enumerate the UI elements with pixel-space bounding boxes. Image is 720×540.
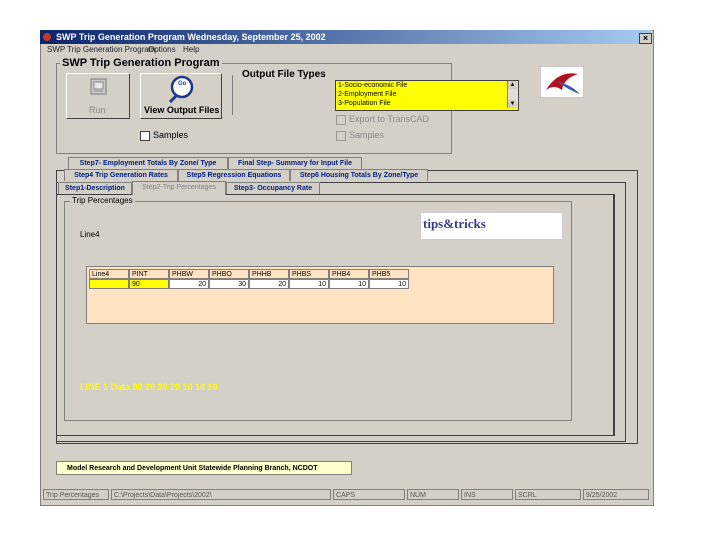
grid-header: PHBW <box>169 269 209 279</box>
grid-cell[interactable]: 20 <box>249 279 289 289</box>
grid-cell-pint[interactable]: 90 <box>129 279 169 289</box>
run-button[interactable]: Run <box>66 73 130 119</box>
status-panel: SCRL <box>515 489 581 500</box>
scroll-down-icon[interactable]: ▼ <box>508 100 517 108</box>
line-label: Line4 <box>80 230 100 239</box>
tips-tricks-logo: tips&tricks <box>420 212 563 240</box>
app-icon <box>43 33 51 41</box>
tab-step6[interactable]: Step6 Housing Totals By Zone/Type <box>290 169 428 181</box>
menu-item-help[interactable]: Help <box>183 45 199 54</box>
scroll-track[interactable] <box>508 89 517 100</box>
window-title: SWP Trip Generation Program Wednesday, S… <box>56 32 326 42</box>
status-panel: NUM <box>407 489 459 500</box>
program-group-title: SWP Trip Generation Program <box>60 57 222 69</box>
export-transcad-label: Export to TransCAD <box>349 114 430 124</box>
run-label: Run <box>89 105 106 115</box>
grid-cell[interactable]: 10 <box>369 279 409 289</box>
status-panel: INS <box>461 489 513 500</box>
tab-final-step[interactable]: Final Step- Summary for Input File <box>228 157 362 169</box>
menu-bar: SWP Trip Generation Program Options Help <box>41 45 651 56</box>
tab-step7[interactable]: Step7- Employment Totals By Zone/ Type <box>68 157 228 169</box>
status-panel: CAPS <box>333 489 405 500</box>
status-bar: Trip Percentages C:\Projects\Data\Projec… <box>41 489 651 502</box>
menu-item-program[interactable]: SWP Trip Generation Program <box>47 45 155 54</box>
scroll-up-icon[interactable]: ▲ <box>508 81 517 89</box>
list-item[interactable]: 3-Population File <box>336 99 518 108</box>
view-output-files-button[interactable]: Go View Output Files <box>140 73 222 119</box>
view-output-label: View Output Files <box>144 105 220 115</box>
samples-label: Samples <box>153 130 189 140</box>
output-file-types-list[interactable]: 1-Socio-economic File 2-Employment File … <box>335 80 519 111</box>
grid-header: PHB5 <box>369 269 409 279</box>
tab-step3[interactable]: Step3- Occupancy Rate <box>226 182 320 194</box>
grid-cell[interactable]: 10 <box>329 279 369 289</box>
output-divider <box>232 75 233 115</box>
output-file-types-title: Output File Types <box>242 69 326 80</box>
samples-right-label: Samples <box>349 130 385 140</box>
status-panel: C:\Projects\Data\Projects\2002\ <box>111 489 331 500</box>
list-item[interactable]: 2-Employment File <box>336 90 518 99</box>
grid-header: PHHB <box>249 269 289 279</box>
grid-header: PINT <box>129 269 169 279</box>
status-panel: Trip Percentages <box>43 489 109 500</box>
close-button[interactable]: × <box>639 33 652 44</box>
list-scrollbar[interactable]: ▲ ▼ <box>507 81 517 108</box>
trip-grid: Line4 PINT PHBW PHBO PHHB PHBS PHB4 PHB5… <box>86 266 554 324</box>
run-icon <box>90 78 107 95</box>
grid-header: PHBS <box>289 269 329 279</box>
grid-cell[interactable]: 30 <box>209 279 249 289</box>
go-label: Go <box>178 81 187 87</box>
grid-cell[interactable]: 10 <box>289 279 329 289</box>
samples-right-checkbox[interactable] <box>336 131 346 141</box>
samples-checkbox[interactable] <box>140 131 150 141</box>
tips-tricks-text: tips&tricks <box>423 216 486 231</box>
tab-step4[interactable]: Step4 Trip Generation Rates <box>64 169 178 181</box>
grid-cell[interactable] <box>89 279 129 289</box>
tab-step2[interactable]: Step2-Trip Percentages <box>132 181 226 195</box>
grid-header: PHB4 <box>329 269 369 279</box>
footer-info: Model Research and Development Unit Stat… <box>56 461 352 475</box>
tab-step5[interactable]: Step5 Regression Equations <box>178 169 290 181</box>
magnifier-go-icon <box>168 75 194 103</box>
line-summary: LINE 1 Data 90 20 30 20 10 10 10 <box>80 382 218 392</box>
tab-step1[interactable]: Step1-Description <box>58 182 132 194</box>
menu-item-options[interactable]: Options <box>148 45 176 54</box>
grid-cell[interactable]: 20 <box>169 279 209 289</box>
grid-header: Line4 <box>89 269 129 279</box>
grid-header: PHBO <box>209 269 249 279</box>
list-item[interactable]: 1-Socio-economic File <box>336 81 518 90</box>
title-bar[interactable]: SWP Trip Generation Program Wednesday, S… <box>40 30 652 44</box>
trip-percentages-title: Trip Percentages <box>70 196 135 205</box>
ncdot-logo <box>540 66 584 98</box>
status-panel: 9/25/2002 <box>583 489 649 500</box>
export-transcad-checkbox[interactable] <box>336 115 346 125</box>
